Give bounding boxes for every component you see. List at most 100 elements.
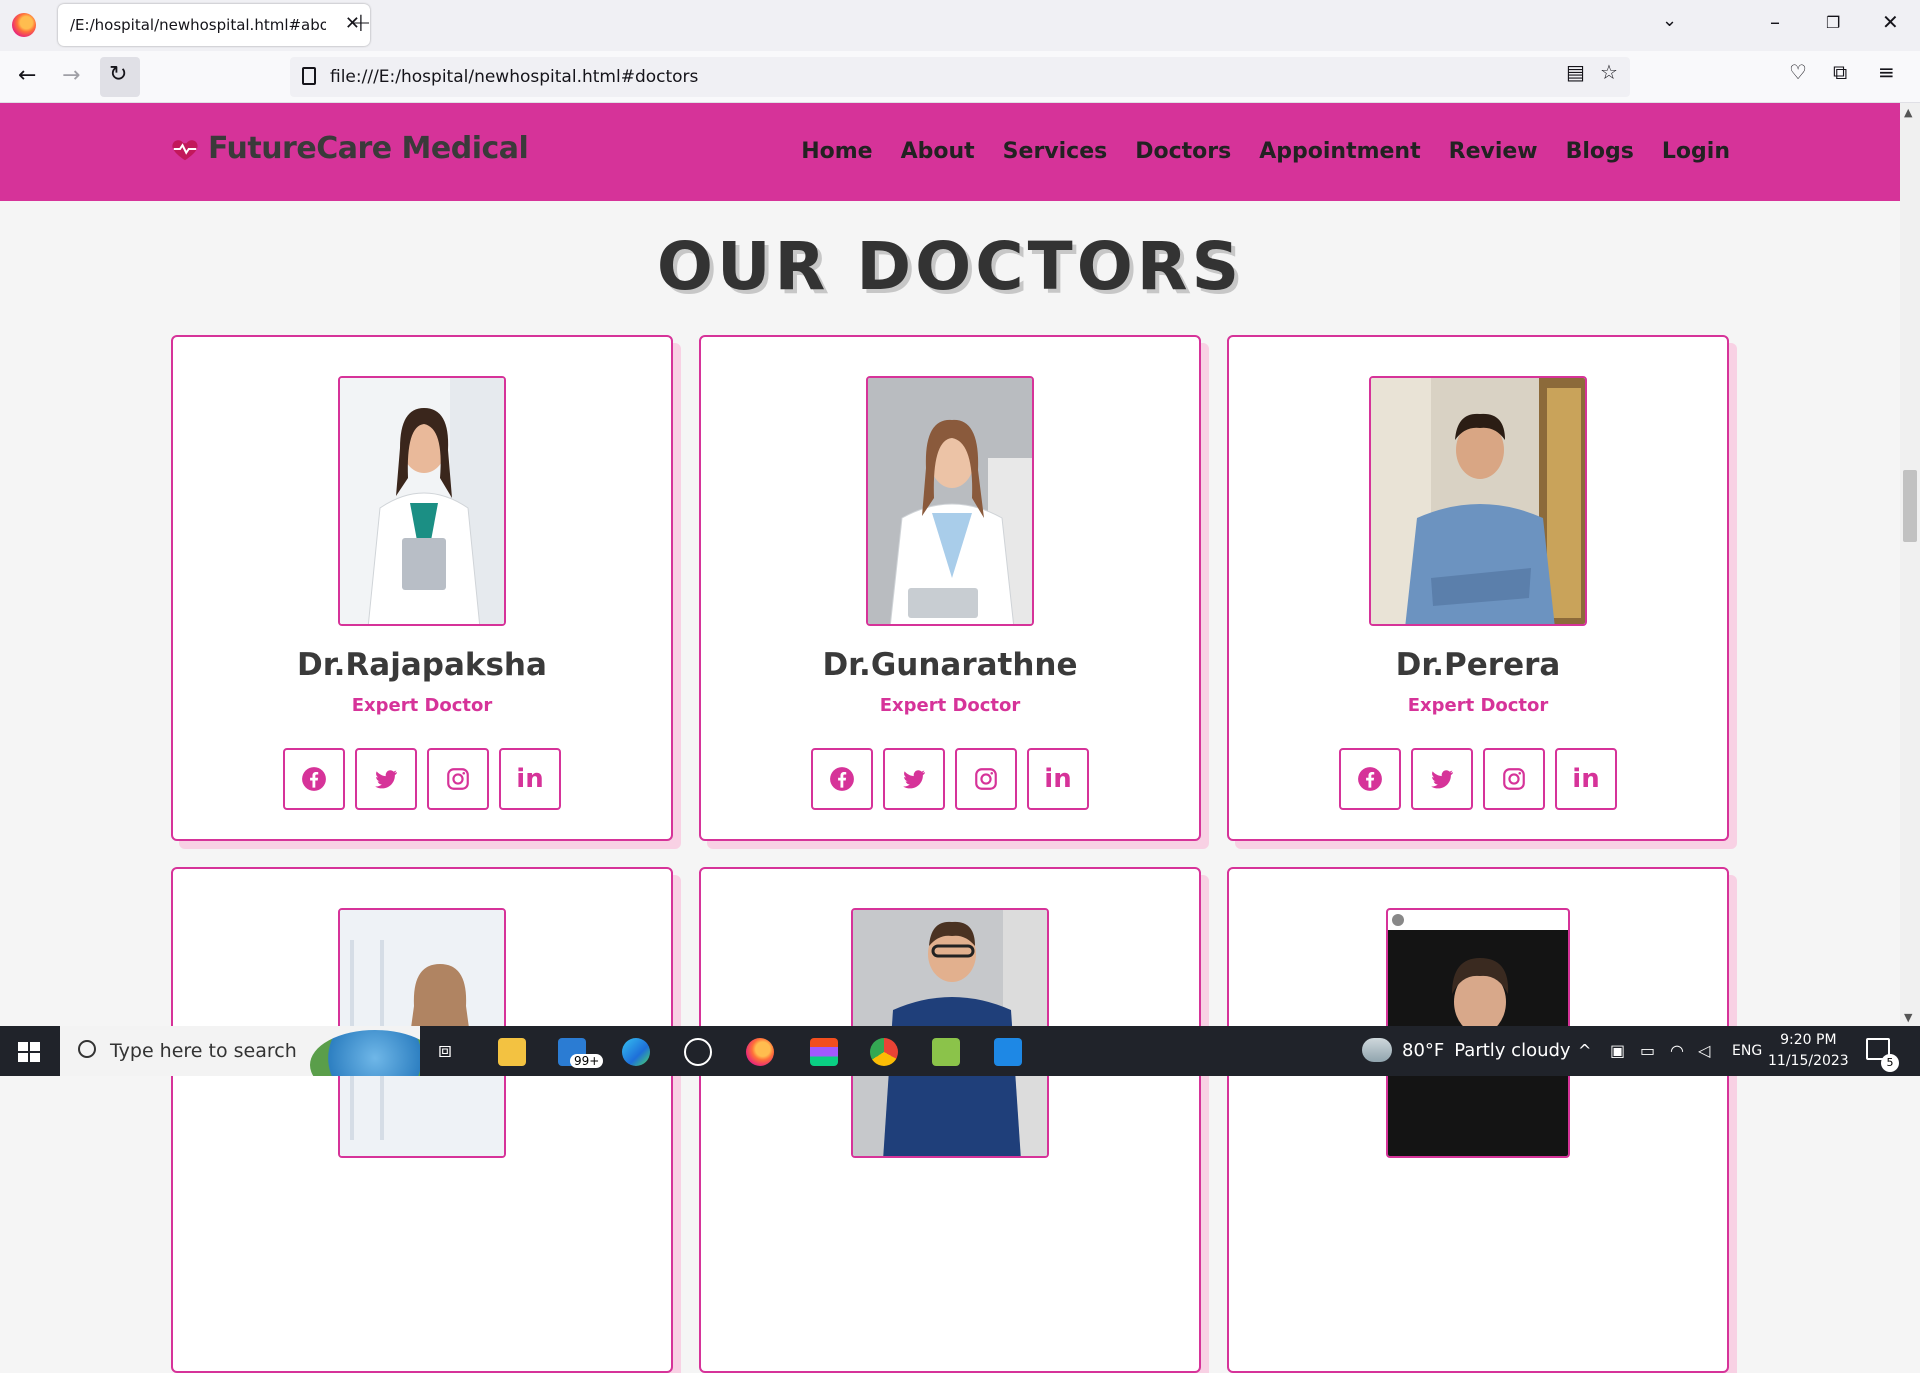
nav-services[interactable]: Services: [1003, 139, 1108, 164]
search-icon: [78, 1040, 96, 1058]
instagram-icon: [975, 768, 997, 790]
doctor-card: [171, 867, 673, 1373]
facebook-link[interactable]: [811, 748, 873, 810]
browser-tab[interactable]: /E:/hospital/newhospital.html#about ✕: [58, 4, 370, 46]
window-close-icon[interactable]: ✕: [1882, 10, 1899, 34]
vscode-icon[interactable]: [994, 1038, 1022, 1066]
extensions-icon[interactable]: ⧉: [1833, 60, 1847, 84]
linkedin-icon: in: [516, 764, 544, 794]
dell-icon[interactable]: [684, 1038, 712, 1066]
nav-login[interactable]: Login: [1662, 139, 1730, 164]
instagram-link[interactable]: [955, 748, 1017, 810]
doctor-card: Dr.Rajapaksha Expert Doctor in: [171, 335, 673, 841]
mail-badge: 99+: [570, 1054, 604, 1068]
twitter-link[interactable]: [1411, 748, 1473, 810]
weather-widget[interactable]: 80°F Partly cloudy: [1362, 1038, 1571, 1062]
doctor-photo: [866, 376, 1034, 626]
facebook-link[interactable]: [283, 748, 345, 810]
url-bar[interactable]: file:///E:/hospital/newhospital.html#doc…: [290, 57, 1630, 97]
chrome-icon[interactable]: [870, 1038, 898, 1066]
doctor-photo: [1369, 376, 1587, 626]
social-links: in: [173, 748, 671, 810]
linkedin-link[interactable]: in: [1555, 748, 1617, 810]
forward-icon[interactable]: →: [62, 63, 80, 88]
clock-date: 11/15/2023: [1768, 1053, 1849, 1069]
reload-icon: ↻: [109, 62, 128, 87]
facebook-icon: [1358, 767, 1382, 791]
battery-icon[interactable]: ▭: [1640, 1041, 1655, 1060]
reload-button[interactable]: ↻: [100, 57, 140, 97]
wifi-icon[interactable]: ◠: [1670, 1041, 1684, 1060]
firefox-icon[interactable]: [12, 13, 36, 37]
twitter-link[interactable]: [883, 748, 945, 810]
show-hidden-icons[interactable]: ^: [1578, 1041, 1591, 1060]
doctor-name: Dr.Rajapaksha: [297, 647, 547, 683]
task-view-icon[interactable]: ⧈: [438, 1038, 452, 1063]
instagram-link[interactable]: [427, 748, 489, 810]
restore-icon[interactable]: ❐: [1826, 13, 1840, 32]
twitter-icon: [1431, 770, 1454, 789]
doctor-role: Expert Doctor: [351, 695, 493, 716]
nav-blogs[interactable]: Blogs: [1566, 139, 1634, 164]
social-links: in: [1229, 748, 1727, 810]
main-nav: Home About Services Doctors Appointment …: [801, 139, 1730, 164]
list-all-tabs-icon[interactable]: ⌄: [1662, 10, 1677, 31]
doctor-card: Dr.Perera Expert Doctor in: [1227, 335, 1729, 841]
linkedin-icon: in: [1572, 764, 1600, 794]
page-icon: [302, 67, 316, 85]
clock-time: 9:20 PM: [1780, 1032, 1837, 1048]
nav-appointment[interactable]: Appointment: [1259, 139, 1420, 164]
page-scrollbar[interactable]: [1900, 103, 1920, 1026]
linkedin-link[interactable]: in: [1027, 748, 1089, 810]
firefox-taskbar-icon[interactable]: [746, 1038, 774, 1066]
windows-start-icon[interactable]: [18, 1042, 40, 1062]
reader-view-icon[interactable]: ▤: [1566, 60, 1585, 84]
nav-home[interactable]: Home: [801, 139, 872, 164]
search-placeholder: Type here to search: [110, 1040, 297, 1062]
twitter-link[interactable]: [355, 748, 417, 810]
nav-review[interactable]: Review: [1449, 139, 1538, 164]
twitter-icon: [375, 770, 398, 789]
language-indicator[interactable]: ENG: [1732, 1043, 1762, 1059]
edge-icon[interactable]: [622, 1038, 650, 1066]
scrollbar-thumb[interactable]: [1903, 470, 1917, 542]
doctor-photo: [338, 376, 506, 626]
browser-tab-bar: /E:/hospital/newhospital.html#about ✕ + …: [0, 0, 1920, 51]
facebook-icon: [302, 767, 326, 791]
volume-icon[interactable]: ◁: [1698, 1041, 1710, 1060]
taskbar: Type here to search ⧈ 99+ 80°F Partly cl…: [0, 1026, 1920, 1076]
linkedin-icon: in: [1044, 764, 1072, 794]
file-explorer-icon[interactable]: [498, 1038, 526, 1066]
clock[interactable]: 9:20 PM 11/15/2023: [1768, 1030, 1849, 1072]
weather-desc: Partly cloudy: [1454, 1039, 1571, 1061]
scroll-up-icon[interactable]: ▲: [1904, 106, 1912, 119]
scroll-down-icon[interactable]: ▼: [1904, 1011, 1912, 1024]
doctor-card: [1227, 867, 1729, 1373]
menu-icon[interactable]: ≡: [1878, 60, 1895, 84]
facebook-link[interactable]: [1339, 748, 1401, 810]
doctor-card: [699, 867, 1201, 1373]
taskbar-search[interactable]: Type here to search: [60, 1026, 420, 1076]
doctor-name: Dr.Gunarathne: [822, 647, 1078, 683]
brand[interactable]: FutureCare Medical: [170, 131, 529, 166]
nav-doctors[interactable]: Doctors: [1135, 139, 1231, 164]
figma-icon[interactable]: [810, 1038, 838, 1066]
twitter-icon: [903, 770, 926, 789]
nav-about[interactable]: About: [901, 139, 975, 164]
url-text: file:///E:/hospital/newhospital.html#doc…: [330, 67, 699, 87]
site-header: FutureCare Medical Home About Services D…: [0, 103, 1900, 201]
pocket-icon[interactable]: ♡: [1789, 60, 1807, 84]
minimize-icon[interactable]: –: [1770, 10, 1780, 34]
new-tab-icon[interactable]: +: [350, 8, 372, 38]
weather-temp: 80°F: [1402, 1039, 1445, 1061]
bookmark-star-icon[interactable]: ☆: [1600, 60, 1618, 84]
instagram-icon: [1503, 768, 1525, 790]
back-icon[interactable]: ←: [18, 63, 36, 88]
instagram-link[interactable]: [1483, 748, 1545, 810]
search-highlight-image: [310, 1030, 420, 1076]
linkedin-link[interactable]: in: [499, 748, 561, 810]
image-editor-icon[interactable]: [932, 1038, 960, 1066]
brand-name: FutureCare Medical: [208, 131, 529, 166]
tab-title: /E:/hospital/newhospital.html#about: [70, 16, 326, 34]
meet-now-icon[interactable]: ▣: [1610, 1041, 1625, 1060]
